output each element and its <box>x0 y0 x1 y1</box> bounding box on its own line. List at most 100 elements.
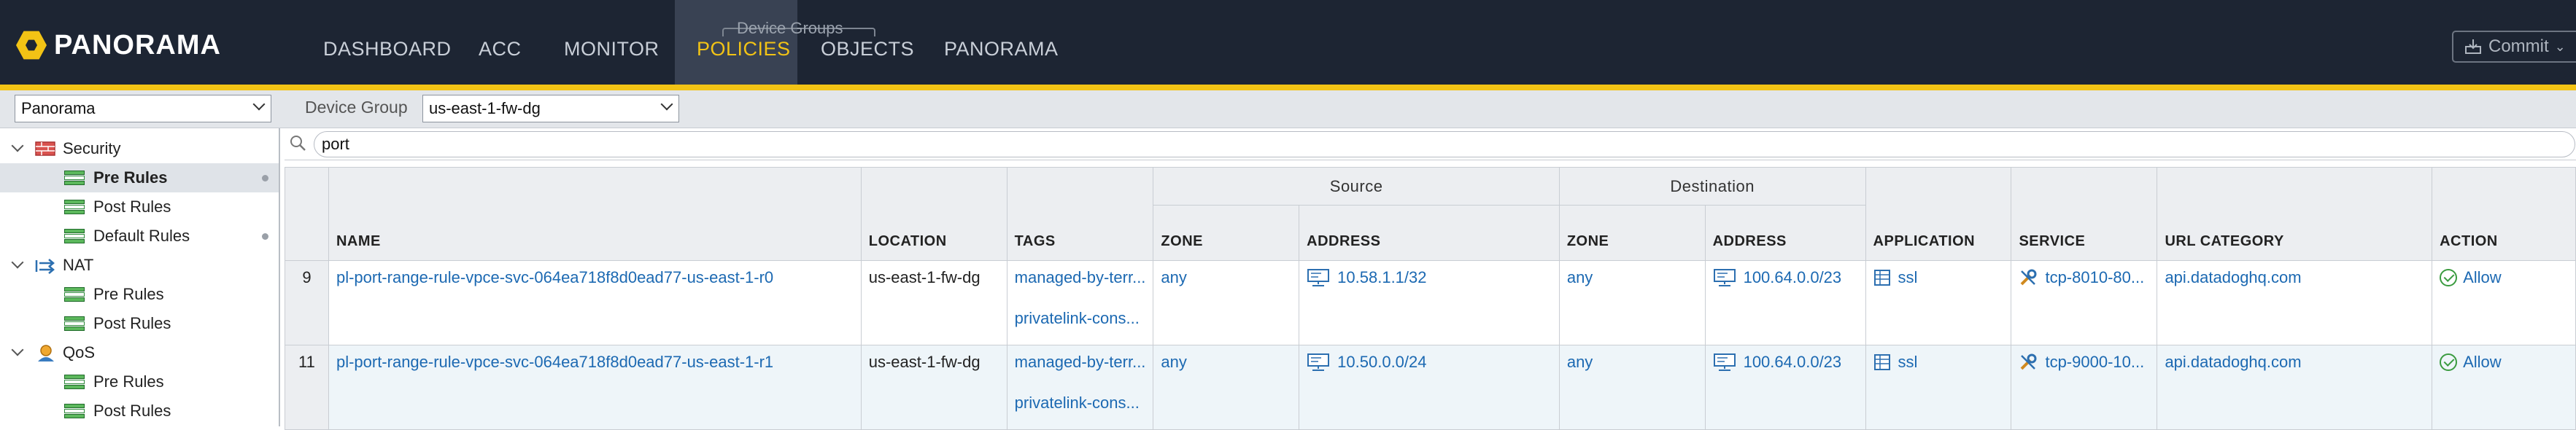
address-icon <box>1307 353 1330 371</box>
source-address[interactable]: 10.58.1.1/32 <box>1307 268 1552 287</box>
column-header-source-address[interactable]: ADDRESS <box>1299 205 1560 261</box>
source-address-value: 10.50.0.0/24 <box>1337 353 1427 371</box>
search-bar: port <box>285 128 2576 160</box>
check-circle-icon <box>2440 353 2458 371</box>
status-dot <box>262 233 268 240</box>
tab-dashboard[interactable]: DASHBOARD <box>301 0 473 85</box>
source-address[interactable]: 10.50.0.0/24 <box>1307 353 1552 372</box>
rule-name-link[interactable]: pl-port-range-rule-vpce-svc-064ea718f8d0… <box>336 268 854 287</box>
destination-address[interactable]: 100.64.0.0/23 <box>1713 353 1858 372</box>
tree-label: Pre Rules <box>93 372 164 391</box>
tree-label: Post Rules <box>93 198 171 216</box>
security-icon <box>35 141 55 156</box>
rules-icon <box>64 200 85 214</box>
service-value: tcp-9000-10... <box>2045 353 2145 371</box>
tree-item-qos-post-rules[interactable]: Post Rules <box>0 396 279 426</box>
address-icon <box>1713 269 1736 286</box>
tag-link[interactable]: managed-by-terr... <box>1015 268 1146 287</box>
row-number: 9 <box>285 260 329 345</box>
tab-objects[interactable]: OBJECTS <box>799 0 936 85</box>
tree-item-nat-post-rules[interactable]: Post Rules <box>0 309 279 338</box>
accent-bar <box>0 85 2576 90</box>
column-header-location[interactable]: LOCATION <box>860 167 1007 261</box>
chevron-down-icon[interactable] <box>11 139 24 152</box>
application-icon <box>1873 354 1890 370</box>
destination-address[interactable]: 100.64.0.0/23 <box>1713 268 1858 287</box>
tab-policies[interactable]: POLICIES <box>675 0 797 85</box>
action-value: Allow <box>2463 268 2502 286</box>
destination-zone[interactable]: any <box>1567 353 1698 372</box>
service[interactable]: tcp-8010-80... <box>2019 268 2149 287</box>
service[interactable]: tcp-9000-10... <box>2019 353 2149 372</box>
tree-label: Pre Rules <box>93 168 168 187</box>
table-row[interactable]: 9 pl-port-range-rule-vpce-svc-064ea718f8… <box>285 260 2576 345</box>
column-header-url-category[interactable]: URL CATEGORY <box>2157 167 2433 261</box>
device-group-select-value: us-east-1-fw-dg <box>429 99 541 117</box>
table-row[interactable]: 11 pl-port-range-rule-vpce-svc-064ea718f… <box>285 345 2576 430</box>
chevron-down-icon[interactable] <box>11 256 24 269</box>
tab-acc[interactable]: ACC <box>457 0 544 85</box>
search-input[interactable]: port <box>314 131 2575 157</box>
device-group-select[interactable]: us-east-1-fw-dg <box>422 95 679 122</box>
action[interactable]: Allow <box>2440 353 2568 372</box>
tree-item-qos[interactable]: QoS <box>0 338 279 367</box>
column-header-source-zone[interactable]: ZONE <box>1153 205 1300 261</box>
context-select-value: Panorama <box>21 99 96 117</box>
column-header-application[interactable]: APPLICATION <box>1865 167 2012 261</box>
tree-item-qos-pre-rules[interactable]: Pre Rules <box>0 367 279 396</box>
column-header-index <box>285 167 329 261</box>
panorama-logo[interactable]: PANORAMA <box>16 28 221 63</box>
column-group-source: Source <box>1153 167 1560 206</box>
tree-item-security-default-rules[interactable]: Default Rules <box>0 222 279 251</box>
column-header-destination-zone[interactable]: ZONE <box>1558 205 1706 261</box>
tag-link[interactable]: privatelink-cons... <box>1015 309 1146 328</box>
rules-icon <box>64 171 85 185</box>
column-header-action[interactable]: ACTION <box>2432 167 2576 261</box>
context-select[interactable]: Panorama <box>15 95 271 122</box>
rule-location: us-east-1-fw-dg <box>868 268 980 286</box>
rules-icon <box>64 229 85 243</box>
chevron-down-icon <box>252 98 266 111</box>
application-value: ssl <box>1898 353 1918 371</box>
search-icon <box>290 136 306 151</box>
tree-item-security-post-rules[interactable]: Post Rules <box>0 192 279 222</box>
url-category[interactable]: api.datadoghq.com <box>2165 353 2424 372</box>
tree-label: QoS <box>63 343 96 361</box>
action[interactable]: Allow <box>2440 268 2568 287</box>
tree-label: Default Rules <box>93 227 190 245</box>
tree-item-nat[interactable]: NAT <box>0 251 279 280</box>
tree-item-security-pre-rules[interactable]: Pre Rules <box>0 163 279 192</box>
status-dot <box>262 175 268 181</box>
commit-button[interactable]: Commit ⌄ <box>2452 31 2576 63</box>
tag-link[interactable]: privatelink-cons... <box>1015 394 1146 413</box>
application[interactable]: ssl <box>1873 268 2004 287</box>
tree-item-security[interactable]: Security <box>0 134 279 163</box>
tree-label: NAT <box>63 256 94 274</box>
device-group-label: Device Group <box>305 98 408 117</box>
chevron-down-icon <box>660 98 673 111</box>
destination-address-value: 100.64.0.0/23 <box>1743 268 1842 286</box>
rule-location: us-east-1-fw-dg <box>868 353 980 371</box>
check-circle-icon <box>2440 269 2458 286</box>
column-header-destination-address[interactable]: ADDRESS <box>1704 205 1866 261</box>
logo-icon <box>16 30 47 60</box>
url-category[interactable]: api.datadoghq.com <box>2165 268 2424 287</box>
policy-tree: Security Pre Rules Post Rules Default Ru… <box>0 128 280 426</box>
source-zone[interactable]: any <box>1161 353 1291 372</box>
tab-panorama[interactable]: PANORAMA <box>922 0 1080 85</box>
tree-label: Security <box>63 139 121 157</box>
column-header-name[interactable]: NAME <box>328 167 862 261</box>
destination-zone[interactable]: any <box>1567 268 1698 287</box>
tree-item-nat-pre-rules[interactable]: Pre Rules <box>0 280 279 309</box>
rule-name-link[interactable]: pl-port-range-rule-vpce-svc-064ea718f8d0… <box>336 353 854 372</box>
column-header-tags[interactable]: TAGS <box>1006 167 1154 261</box>
source-zone[interactable]: any <box>1161 268 1291 287</box>
column-header-service[interactable]: SERVICE <box>2011 167 2158 261</box>
tree-label: Post Rules <box>93 402 171 420</box>
logo-text: PANORAMA <box>54 29 221 60</box>
tab-monitor[interactable]: MONITOR <box>542 0 681 85</box>
application[interactable]: ssl <box>1873 353 2004 372</box>
chevron-down-icon[interactable] <box>11 343 24 356</box>
commit-icon <box>2465 39 2481 54</box>
tag-link[interactable]: managed-by-terr... <box>1015 353 1146 372</box>
